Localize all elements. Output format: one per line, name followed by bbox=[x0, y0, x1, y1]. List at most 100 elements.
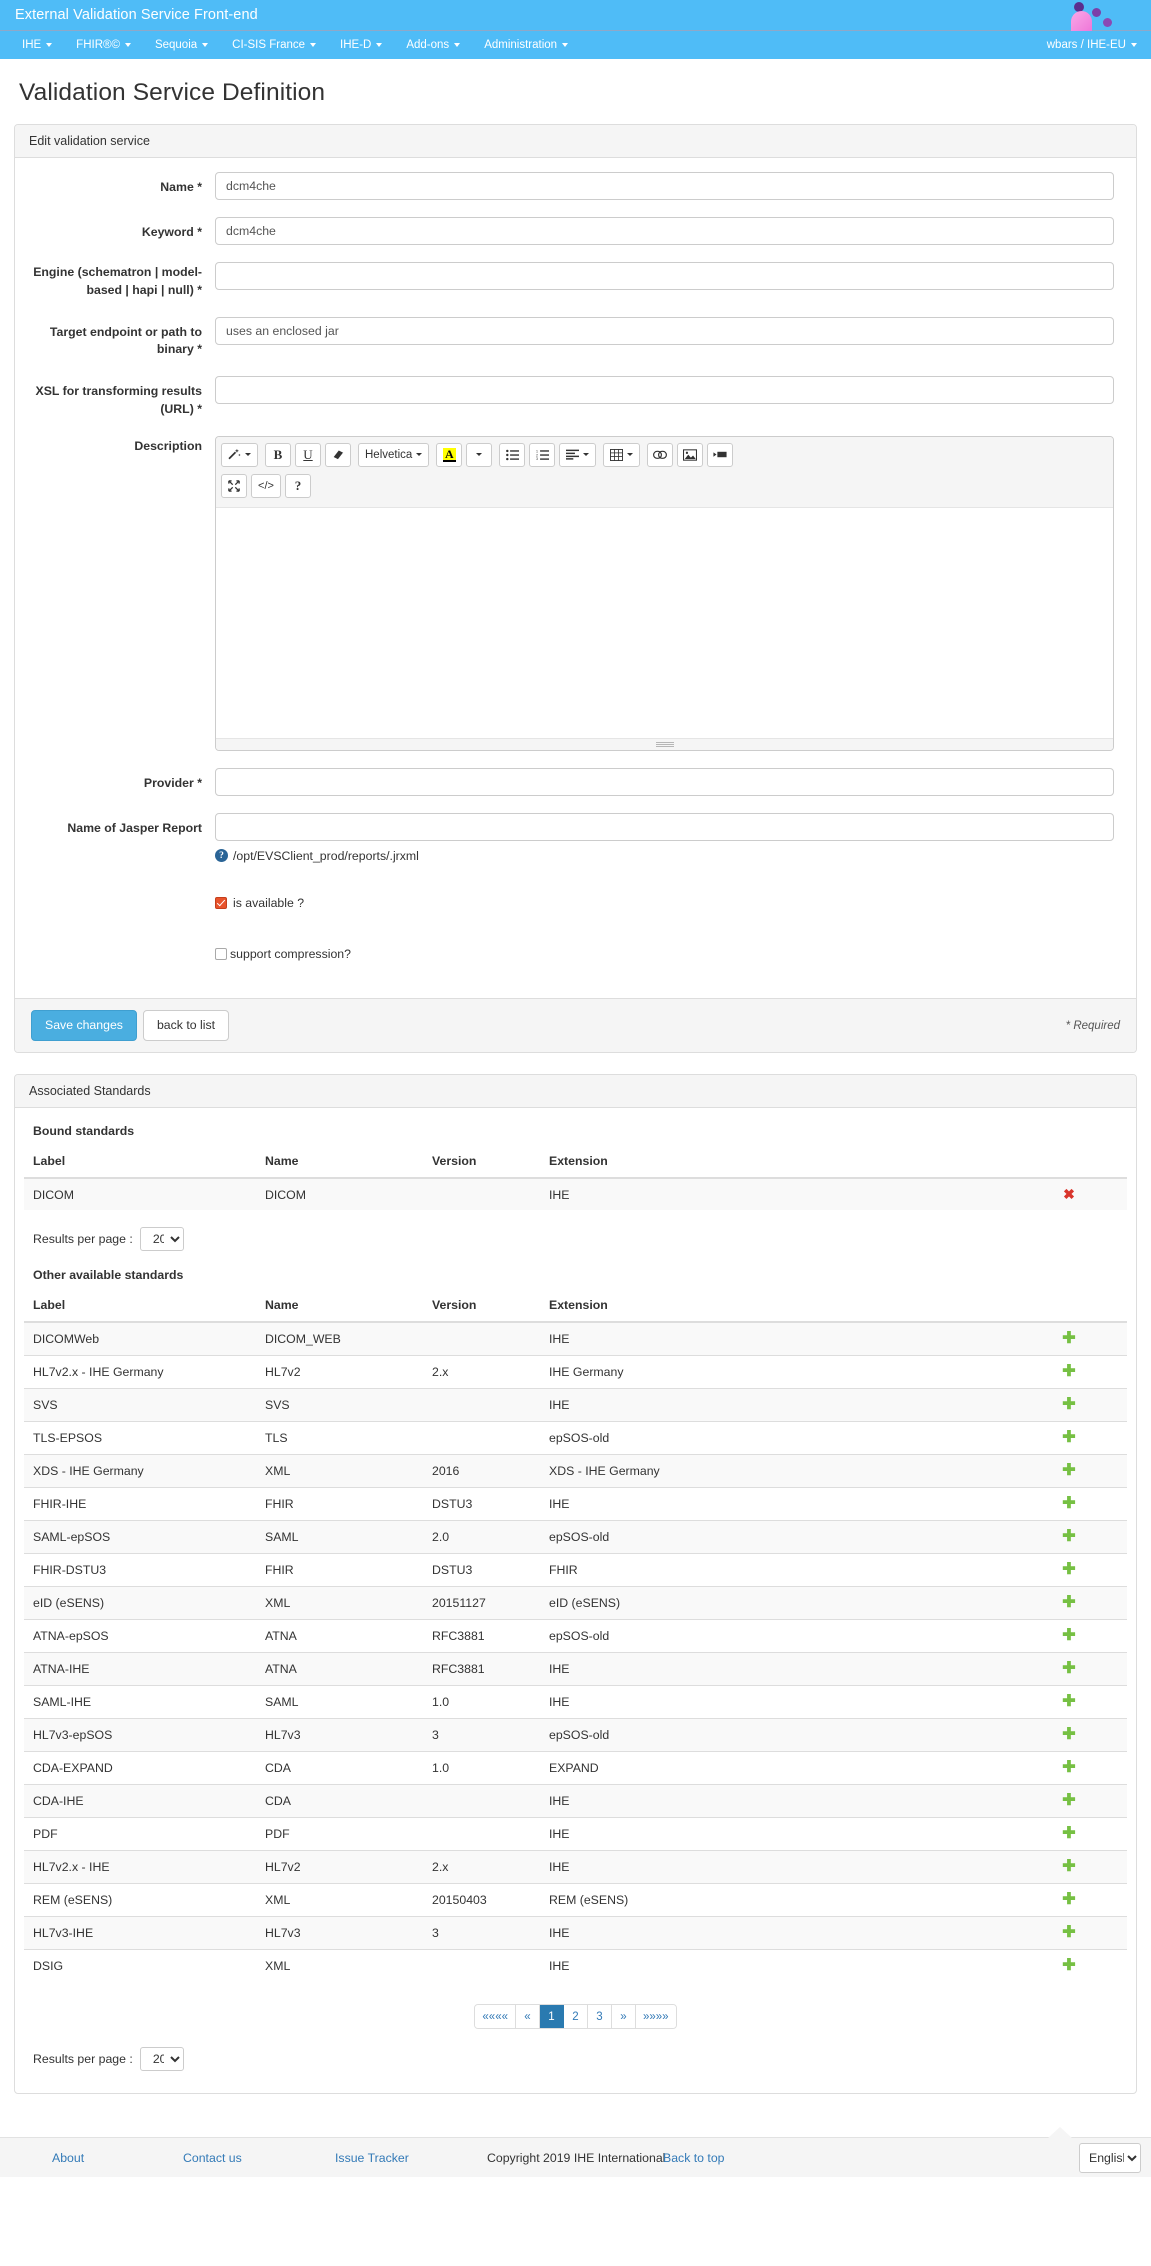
cell-extension: EXPAND bbox=[540, 1751, 1010, 1785]
language-select[interactable]: EnglishFrench bbox=[1079, 2142, 1141, 2173]
page-1[interactable]: 1 bbox=[540, 2005, 564, 2029]
video-icon[interactable] bbox=[707, 442, 734, 467]
add-standard-icon[interactable]: ✚ bbox=[1062, 1628, 1075, 1644]
insert-group bbox=[647, 442, 734, 467]
cell-version: 2.x bbox=[423, 1850, 540, 1884]
footer-link-about[interactable]: About bbox=[52, 2151, 84, 2165]
table-row: DICOMWeb DICOM_WEB IHE ✚ bbox=[24, 1321, 1127, 1356]
engine-field-wrap bbox=[215, 262, 1136, 290]
editor-resize-handle[interactable] bbox=[655, 741, 674, 747]
cell-action: ✚ bbox=[1010, 1553, 1127, 1587]
eraser-icon[interactable] bbox=[325, 442, 351, 467]
font-color-icon[interactable]: A bbox=[436, 442, 463, 467]
underline-icon[interactable]: U bbox=[295, 442, 321, 467]
nav-item-ihe[interactable]: IHE bbox=[10, 39, 64, 51]
cell-name: HL7v3 bbox=[256, 1916, 423, 1950]
is-available-checkbox[interactable]: is available ? bbox=[215, 896, 1114, 910]
footer-link-issue-tracker[interactable]: Issue Tracker bbox=[335, 2151, 409, 2165]
cell-name: XML bbox=[256, 1454, 423, 1488]
bound-results-per-page-select[interactable]: 102050100 bbox=[139, 1227, 184, 1252]
previous-page[interactable]: « bbox=[516, 2005, 540, 2029]
provider-input[interactable] bbox=[215, 767, 1114, 796]
help-icon[interactable]: ? bbox=[285, 473, 311, 498]
add-standard-icon[interactable]: ✚ bbox=[1062, 1892, 1075, 1908]
jasper-hint-wrap: ? /opt/EVSClient_prod/reports/.jrxml bbox=[215, 849, 1136, 879]
jasper-input[interactable] bbox=[215, 812, 1114, 841]
first-page[interactable]: «««« bbox=[475, 2005, 516, 2029]
user-menu[interactable]: wbars / IHE-EU bbox=[1047, 39, 1137, 51]
font-family-select[interactable]: Helvetica bbox=[358, 442, 430, 467]
add-standard-icon[interactable]: ✚ bbox=[1062, 1529, 1075, 1545]
add-standard-icon[interactable]: ✚ bbox=[1062, 1397, 1075, 1413]
support-compression-checkbox[interactable]: support compression? bbox=[215, 947, 1114, 961]
font-color-dropdown[interactable] bbox=[466, 442, 493, 467]
cell-label: HL7v3-epSOS bbox=[24, 1718, 256, 1752]
last-page[interactable]: »»»» bbox=[636, 2005, 676, 2029]
nav-item-fhir[interactable]: FHIR®© bbox=[64, 39, 143, 51]
table-icon[interactable] bbox=[603, 442, 641, 467]
chevron-down-icon bbox=[583, 453, 590, 457]
keyword-input[interactable] bbox=[215, 217, 1114, 245]
magic-style-icon[interactable] bbox=[221, 442, 258, 467]
next-page[interactable]: » bbox=[612, 2005, 636, 2029]
xsl-input[interactable] bbox=[215, 376, 1114, 405]
add-standard-icon[interactable]: ✚ bbox=[1062, 1595, 1075, 1611]
other-results-per-page-select[interactable]: 102050100 bbox=[139, 2047, 184, 2072]
nav-item-sequoia[interactable]: Sequoia bbox=[143, 39, 220, 51]
table-row: FHIR-IHE FHIR DSTU3 IHE ✚ bbox=[24, 1487, 1127, 1521]
add-standard-icon[interactable]: ✚ bbox=[1062, 1793, 1075, 1809]
footer-link-back-to-top[interactable]: Back to top bbox=[663, 2151, 725, 2165]
add-standard-icon[interactable]: ✚ bbox=[1062, 1826, 1075, 1842]
cell-label: ATNA-epSOS bbox=[24, 1619, 256, 1653]
footer-spacer bbox=[0, 2115, 1151, 2137]
cell-extension: IHE bbox=[540, 1784, 1010, 1818]
save-changes-button[interactable]: Save changes bbox=[31, 1009, 137, 1042]
page-2[interactable]: 2 bbox=[564, 2005, 588, 2029]
chevron-down-icon bbox=[627, 453, 634, 457]
picture-icon[interactable] bbox=[677, 442, 704, 467]
add-standard-icon[interactable]: ✚ bbox=[1062, 1463, 1075, 1479]
cell-version: 2016 bbox=[423, 1454, 540, 1488]
target-endpoint-field-wrap bbox=[215, 316, 1136, 345]
unordered-list-icon[interactable] bbox=[499, 442, 526, 467]
cell-name: ATNA bbox=[256, 1652, 423, 1686]
xsl-label: XSL for transforming results (URL) * bbox=[35, 384, 203, 417]
paragraph-align-icon[interactable] bbox=[559, 442, 597, 467]
view-group: </> ? bbox=[221, 473, 1101, 498]
cell-extension: FHIR bbox=[540, 1553, 1010, 1587]
fullscreen-icon[interactable] bbox=[221, 473, 247, 498]
nav-item-ihe-d[interactable]: IHE-D bbox=[328, 39, 394, 51]
description-editable-area[interactable] bbox=[216, 507, 1113, 738]
add-standard-icon[interactable]: ✚ bbox=[1062, 1727, 1075, 1743]
add-standard-icon[interactable]: ✚ bbox=[1062, 1562, 1075, 1578]
add-standard-icon[interactable]: ✚ bbox=[1062, 1364, 1075, 1380]
nav-item-add-ons[interactable]: Add-ons bbox=[394, 39, 472, 51]
name-input[interactable] bbox=[215, 172, 1114, 200]
add-standard-icon[interactable]: ✚ bbox=[1062, 1331, 1075, 1347]
add-standard-icon[interactable]: ✚ bbox=[1062, 1430, 1075, 1446]
bold-icon[interactable]: B bbox=[265, 442, 291, 467]
link-icon[interactable] bbox=[647, 442, 674, 467]
footer-link-contact-us[interactable]: Contact us bbox=[183, 2151, 242, 2165]
page-3[interactable]: 3 bbox=[588, 2005, 612, 2029]
add-standard-icon[interactable]: ✚ bbox=[1062, 1925, 1075, 1941]
code-view-icon[interactable]: </> bbox=[251, 473, 281, 498]
cell-extension: IHE bbox=[540, 1388, 1010, 1422]
add-standard-icon[interactable]: ✚ bbox=[1062, 1958, 1075, 1974]
add-standard-icon[interactable]: ✚ bbox=[1062, 1760, 1075, 1776]
add-standard-icon[interactable]: ✚ bbox=[1062, 1496, 1075, 1512]
bound-standards-head: Label Name Version Extension bbox=[24, 1149, 1127, 1180]
cell-action: ✚ bbox=[1010, 1520, 1127, 1554]
back-to-list-button[interactable]: back to list bbox=[142, 1009, 230, 1042]
add-standard-icon[interactable]: ✚ bbox=[1062, 1661, 1075, 1677]
add-standard-icon[interactable]: ✚ bbox=[1062, 1694, 1075, 1710]
add-standard-icon[interactable]: ✚ bbox=[1062, 1859, 1075, 1875]
nav-item-administration[interactable]: Administration bbox=[472, 39, 580, 51]
cell-extension: IHE bbox=[540, 1685, 1010, 1719]
ordered-list-icon[interactable]: 1 2 3 bbox=[529, 442, 556, 467]
target-endpoint-input[interactable] bbox=[215, 316, 1114, 345]
nav-item-cisis-france[interactable]: CI-SIS France bbox=[220, 39, 328, 51]
engine-input[interactable] bbox=[215, 262, 1114, 290]
remove-standard-icon[interactable]: ✖ bbox=[1063, 1187, 1075, 1201]
cell-version: DSTU3 bbox=[423, 1553, 540, 1587]
